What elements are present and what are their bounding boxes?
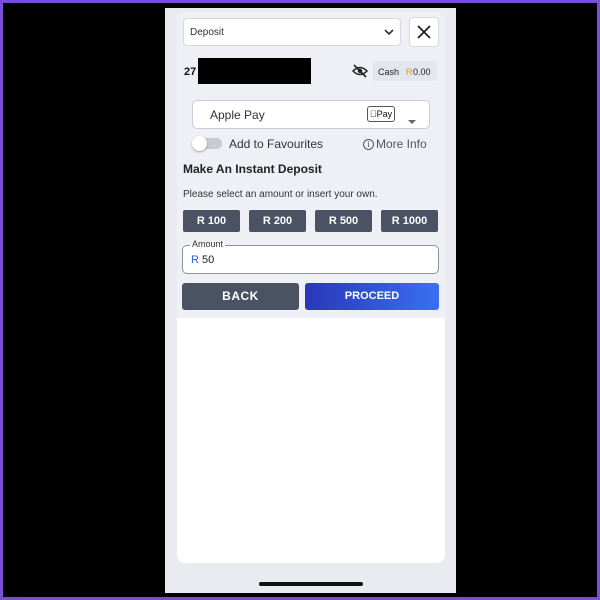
amount-currency: R [191,254,199,266]
chevron-down-icon [382,25,396,44]
quick-amount-500[interactable]: R 500 [315,210,372,232]
payment-method-name: Apple Pay [210,108,265,122]
favourites-row: Add to Favourites i More Info [192,136,433,152]
deposit-sheet: Deposit 27 Cash R 0.00 Apple Pay Pay Add… [177,12,445,563]
favourites-toggle[interactable] [192,136,222,151]
more-info-link[interactable]: i More Info [363,137,427,151]
redacted-block [198,58,311,84]
more-info-text: More Info [376,137,427,151]
amount-value[interactable]: 50 [202,254,214,266]
deposit-heading: Make An Instant Deposit [183,162,322,176]
transaction-type-dropdown[interactable]: Deposit [183,18,401,46]
cash-currency: R [406,67,413,77]
toggle-knob [192,136,207,151]
eye-off-icon[interactable] [351,64,369,83]
account-row: 27 Cash R 0.00 [177,56,445,86]
quick-amount-200[interactable]: R 200 [249,210,306,232]
home-indicator[interactable] [259,582,363,586]
proceed-button[interactable]: PROCEED [305,283,439,310]
quick-amount-100[interactable]: R 100 [183,210,240,232]
amount-label: Amount [190,239,226,249]
account-number: 27 [184,66,197,78]
dropdown-label: Deposit [190,27,224,38]
cash-balance: Cash R 0.00 [373,61,437,81]
cash-amount: 0.00 [413,67,431,77]
cash-label: Cash [378,67,400,77]
deposit-form-area: Deposit 27 Cash R 0.00 Apple Pay Pay Add… [177,12,445,318]
caret-down-icon [407,112,417,130]
close-button[interactable] [409,17,439,47]
quick-amount-1000[interactable]: R 1000 [381,210,438,232]
favourites-label: Add to Favourites [229,137,324,151]
back-button[interactable]: BACK [182,283,299,310]
apple-pay-badge-text: Pay [373,109,393,119]
apple-icon:  [370,109,377,119]
amount-field[interactable]: Amount R 50 [182,239,439,274]
deposit-instruction: Please select an amount or insert your o… [183,189,378,200]
payment-method-select[interactable]: Apple Pay Pay [192,100,430,129]
info-icon: i [363,139,374,150]
apple-pay-badge: Pay [367,106,395,122]
